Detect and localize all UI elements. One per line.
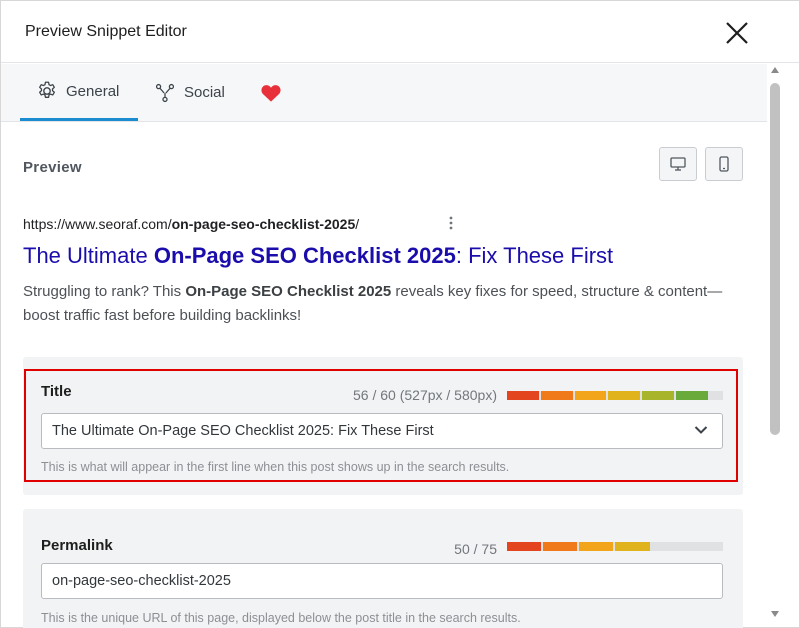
permalink-field-label: Permalink: [41, 537, 113, 554]
vertical-dots-icon: [449, 216, 453, 230]
serp-title-bold: On-Page SEO Checklist 2025: [153, 243, 456, 268]
meter-segment: [579, 542, 614, 551]
mobile-preview-button[interactable]: [705, 147, 743, 181]
permalink-char-count: 50 / 75: [454, 541, 497, 557]
meter-segment: [615, 542, 650, 551]
highlight-box: [24, 369, 738, 482]
preview-heading: Preview: [23, 159, 82, 176]
scrollbar-thumb[interactable]: [770, 83, 780, 435]
tab-social-label: Social: [184, 84, 225, 101]
meter-segment: [543, 542, 578, 551]
close-icon: [726, 22, 748, 44]
serp-url-suffix: /: [355, 216, 360, 232]
serp-url-prefix: https://www.seoraf.com/: [23, 216, 172, 232]
close-button[interactable]: [721, 17, 753, 49]
serp-url-slug: on-page-seo-checklist-2025: [171, 216, 356, 232]
tab-social[interactable]: Social: [154, 64, 225, 121]
permalink-input-value: on-page-seo-checklist-2025: [52, 573, 231, 589]
serp-url: https://www.seoraf.com/on-page-seo-check…: [23, 216, 359, 232]
tab-general[interactable]: General: [20, 64, 138, 121]
permalink-input[interactable]: on-page-seo-checklist-2025: [41, 563, 723, 599]
mobile-icon: [719, 156, 729, 172]
scroll-down-arrow-icon[interactable]: [771, 611, 779, 617]
serp-title-post: : Fix These First: [455, 243, 614, 268]
serp-desc-pre: Struggling to rank? This: [23, 283, 186, 300]
permalink-help-text: This is the unique URL of this page, dis…: [41, 611, 521, 625]
heart-icon: [261, 84, 281, 102]
serp-description: Struggling to rank? This On-Page SEO Che…: [23, 280, 743, 328]
serp-title-link[interactable]: The Ultimate On-Page SEO Checklist 2025:…: [23, 243, 613, 269]
snippet-editor-dialog: Preview Snippet Editor General Social Pr…: [0, 0, 800, 628]
dialog-title: Preview Snippet Editor: [25, 23, 187, 40]
dialog-content: Preview https://www.seoraf.com/on-page-s…: [1, 123, 767, 628]
serp-desc-bold: On-Page SEO Checklist 2025: [185, 283, 392, 300]
more-options-button[interactable]: [446, 215, 456, 231]
scroll-up-arrow-icon[interactable]: [771, 67, 779, 73]
gear-icon: [39, 81, 55, 98]
desktop-icon: [670, 157, 686, 171]
permalink-field-box: Permalink 50 / 75 on-page-seo-checklist-…: [23, 509, 743, 628]
share-nodes-icon: [155, 83, 175, 102]
meter-segment: [507, 542, 542, 551]
desktop-preview-button[interactable]: [659, 147, 697, 181]
tab-bar: General Social: [1, 64, 767, 122]
vertical-scrollbar[interactable]: [767, 63, 783, 628]
permalink-length-meter: [507, 542, 723, 551]
serp-title-pre: The Ultimate: [23, 243, 154, 268]
tab-general-label: General: [66, 82, 120, 100]
dialog-header: Preview Snippet Editor: [1, 1, 799, 63]
tab-favorite[interactable]: [260, 64, 290, 121]
